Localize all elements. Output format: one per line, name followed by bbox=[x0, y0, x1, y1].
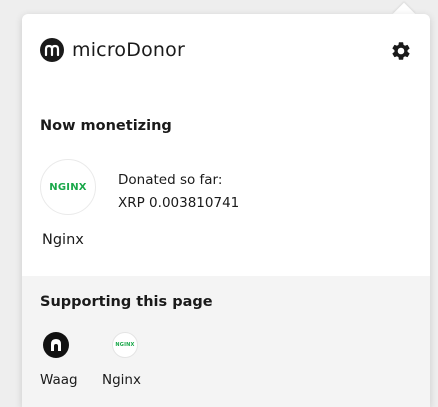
brand-name: microDonor bbox=[72, 39, 185, 61]
supporting-section: Supporting this page Waag NGINX Nginx bbox=[22, 276, 430, 407]
supporter-nginx[interactable]: NGINX Nginx bbox=[102, 332, 141, 388]
supporter-label: Nginx bbox=[102, 372, 141, 388]
monetizing-site-name: Nginx bbox=[42, 232, 84, 248]
supporter-label: Waag bbox=[40, 372, 78, 388]
donated-label: Donated so far: bbox=[118, 172, 223, 188]
popup-header: microDonor bbox=[22, 14, 430, 88]
extension-popup: microDonor Now monetizing NGINX Nginx Do… bbox=[22, 14, 430, 407]
nginx-logo-icon: NGINX bbox=[112, 332, 138, 358]
supporter-waag[interactable]: Waag bbox=[40, 332, 78, 388]
gear-icon[interactable] bbox=[390, 40, 412, 62]
donated-value: XRP 0.003810741 bbox=[118, 195, 240, 211]
brand-logo-glyph bbox=[44, 44, 60, 56]
nginx-logo-text: NGINX bbox=[49, 181, 87, 193]
nginx-logo-text: NGINX bbox=[115, 342, 135, 348]
waag-logo-icon bbox=[43, 332, 69, 358]
supporting-title: Supporting this page bbox=[40, 294, 213, 310]
nginx-logo-icon[interactable]: NGINX bbox=[40, 159, 96, 215]
brand: microDonor bbox=[40, 38, 185, 62]
brand-logo-icon bbox=[40, 38, 64, 62]
now-monetizing-title: Now monetizing bbox=[40, 118, 172, 134]
